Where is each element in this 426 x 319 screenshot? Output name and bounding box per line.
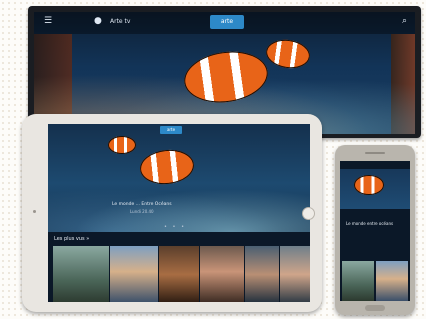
menu-icon[interactable]: ☰ xyxy=(44,16,52,26)
phone-speaker xyxy=(365,152,385,154)
clownfish xyxy=(108,136,136,154)
smartphone: Le monde entre océans xyxy=(335,145,415,315)
carousel-dots[interactable]: • • • xyxy=(164,224,186,230)
video-tile[interactable] xyxy=(109,245,159,302)
hero-subtitle: Lundi 20.40 xyxy=(130,209,154,214)
search-icon[interactable]: ⌕ xyxy=(402,16,407,26)
hero-title: Le monde ... Entre Océans xyxy=(112,202,172,207)
tv-label: Arte tv xyxy=(110,18,131,25)
home-button[interactable] xyxy=(302,207,315,220)
video-tile[interactable] xyxy=(199,245,245,302)
clownfish xyxy=(138,147,196,187)
tablet-screen: arte Le monde ... Entre Océans Lundi 20.… xyxy=(48,124,310,302)
hero-banner[interactable]: arte Le monde ... Entre Océans Lundi 20.… xyxy=(48,124,310,232)
hero-title: Le monde entre océans xyxy=(346,221,394,226)
tablet-camera xyxy=(33,210,36,213)
brand-logo[interactable]: arte xyxy=(160,126,182,134)
avatar-icon[interactable]: ● xyxy=(94,16,102,26)
video-tile[interactable] xyxy=(376,261,408,301)
video-tile[interactable] xyxy=(342,261,374,301)
tablet: arte Le monde ... Entre Océans Lundi 20.… xyxy=(22,114,322,312)
row-title[interactable]: Les plus vus » xyxy=(54,236,89,242)
video-tile[interactable] xyxy=(279,245,310,302)
home-button[interactable] xyxy=(365,305,385,311)
video-tile[interactable] xyxy=(158,245,200,302)
brand-logo[interactable]: arte xyxy=(210,15,244,29)
video-tile[interactable] xyxy=(244,245,280,302)
video-tile[interactable] xyxy=(52,245,110,302)
clownfish xyxy=(354,175,384,195)
phone-screen: Le monde entre océans xyxy=(340,161,410,301)
